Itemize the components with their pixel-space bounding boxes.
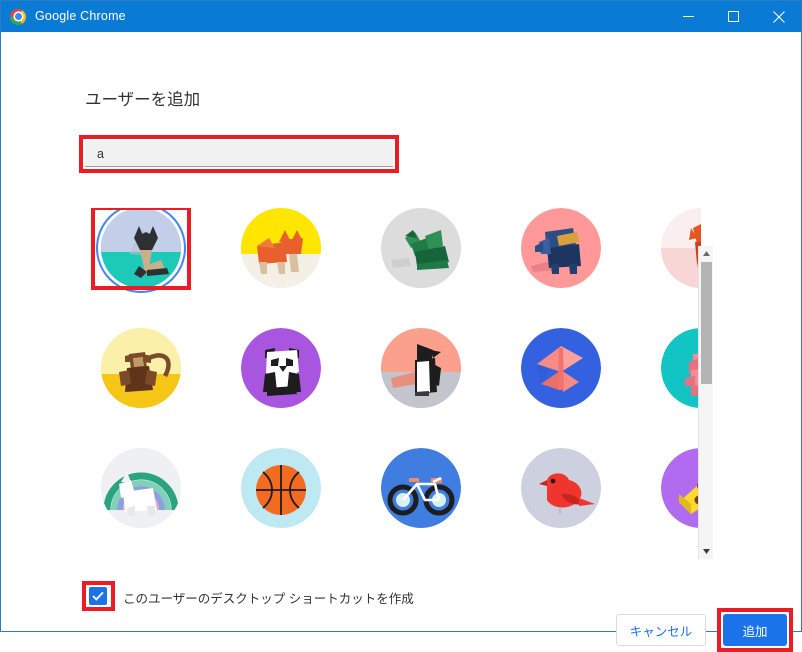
close-button[interactable] (756, 1, 801, 32)
origami-penguin-avatar[interactable] (381, 328, 461, 408)
avatar-option[interactable] (501, 208, 621, 288)
page-title: ユーザーを追加 (85, 91, 201, 109)
avatar-option[interactable] (81, 328, 201, 408)
avatar-option[interactable] (221, 448, 341, 528)
bicycle-avatar[interactable] (381, 448, 461, 528)
origami-butterfly-avatar[interactable] (521, 328, 601, 408)
origami-rabbit-avatar[interactable] (661, 328, 701, 408)
avatar-option[interactable] (221, 328, 341, 408)
avatar-option[interactable] (81, 208, 201, 290)
maximize-button[interactable] (711, 1, 756, 32)
dialog-content: ユーザーを追加 このユーザーのデスクトップ ショートカットを作成 キャンセル 追… (1, 32, 801, 652)
desktop-shortcut-label: このユーザーのデスクトップ ショートカットを作成 (123, 592, 414, 606)
origami-panda-avatar[interactable] (241, 328, 321, 408)
origami-fox-dog-avatar[interactable] (241, 208, 321, 288)
origami-fox-avatar[interactable] (661, 208, 701, 288)
window-controls (666, 1, 801, 32)
window-title: Google Chrome (35, 9, 126, 23)
avatar-option[interactable] (361, 208, 481, 288)
scroll-up-arrow-icon[interactable] (699, 246, 714, 261)
avatar-option[interactable] (641, 328, 701, 408)
origami-unicorn-avatar[interactable] (101, 448, 181, 528)
origami-monkey-avatar[interactable] (101, 328, 181, 408)
red-bird-avatar[interactable] (521, 448, 601, 528)
chrome-dialog-window: Google Chrome ユーザーを追加 a このユーザーのデスクトップ ショ… (0, 0, 802, 652)
user-name-input[interactable] (85, 141, 393, 167)
avatar-option[interactable] (501, 328, 621, 408)
basketball-avatar[interactable] (241, 448, 321, 528)
avatar-option[interactable] (641, 448, 701, 528)
avatar-option[interactable] (361, 328, 481, 408)
desktop-shortcut-checkbox[interactable] (89, 587, 107, 605)
add-button[interactable]: 追加 (723, 614, 787, 646)
origami-dragon-avatar[interactable] (381, 208, 461, 288)
scroll-down-arrow-icon[interactable] (699, 544, 714, 559)
origami-elephant-avatar[interactable] (521, 208, 601, 288)
scrollbar-thumb[interactable] (701, 262, 712, 384)
avatar-option[interactable] (501, 448, 621, 528)
avatar-grid-scrollbar[interactable] (698, 246, 713, 559)
title-bar: Google Chrome (1, 1, 801, 32)
chrome-logo-icon (10, 8, 26, 25)
avatar-option[interactable] (361, 448, 481, 528)
checkmark-icon (92, 591, 104, 601)
avatar-option[interactable] (221, 208, 341, 288)
avatar-option[interactable] (641, 208, 701, 288)
cheese-avatar[interactable] (661, 448, 701, 528)
minimize-button[interactable] (666, 1, 711, 32)
origami-cat-avatar[interactable] (101, 208, 181, 288)
avatar-grid (81, 208, 701, 528)
avatar-option[interactable] (81, 448, 201, 528)
cancel-button[interactable]: キャンセル (616, 614, 706, 646)
avatar-grid-viewport (81, 208, 701, 534)
